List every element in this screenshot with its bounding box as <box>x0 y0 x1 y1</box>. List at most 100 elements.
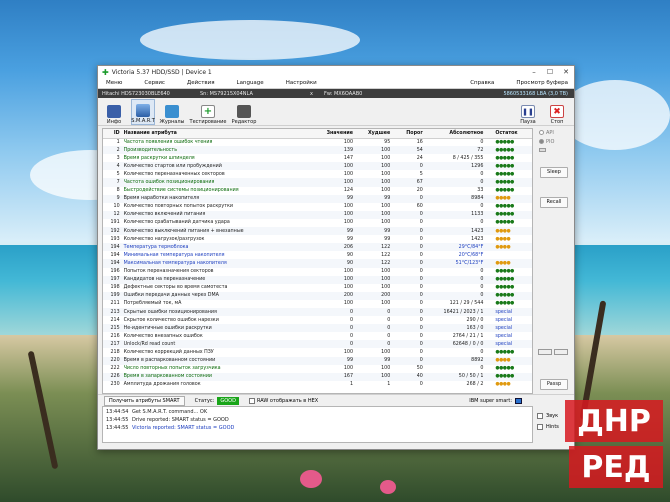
table-row[interactable]: 197 Кандидатов на переназначение 100 100 0 0 ●… <box>103 275 532 284</box>
table-row[interactable]: 218 Количество коррекций данных ПЗУ 100 100… <box>103 348 532 356</box>
close-button[interactable]: ✕ <box>558 68 574 76</box>
wallpaper-cloud <box>560 80 670 150</box>
pio-radio[interactable]: PIO <box>539 137 573 146</box>
pause-label: Пауза <box>520 119 536 125</box>
device-info-bar[interactable]: Hitachi HDS723030BLE640 Sn: MS79215X04NL… <box>98 89 574 98</box>
table-row[interactable]: 191 Количество срабатываний датчика удара… <box>103 219 532 227</box>
col-id-header[interactable]: ID <box>103 129 122 139</box>
table-row[interactable]: 226 Время в запаркованном состоянии 167 100… <box>103 372 532 381</box>
attr-worst: 100 <box>381 285 391 291</box>
small-button-right[interactable] <box>554 349 568 355</box>
table-row[interactable]: 222 Число повторных попыток загрузчика 100… <box>103 365 532 373</box>
table-row[interactable]: 2 Производительность 139 100 54 72 ●●●●● <box>103 146 532 155</box>
attr-name: Время в распаркованном состоянии <box>121 356 320 365</box>
attr-raw: 0 <box>480 204 484 210</box>
get-smart-attributes-button[interactable]: Получить атрибуты SMART <box>104 395 185 406</box>
remaining-indicator: ●●●●● <box>495 188 514 194</box>
sleep-button[interactable]: Sleep <box>540 167 568 178</box>
table-row[interactable]: 8 Быстродействие системы позиционирования… <box>103 187 532 195</box>
table-row[interactable]: 196 Попыток переназначения секторов 100 100… <box>103 268 532 276</box>
tab-info[interactable]: Инфо <box>102 99 126 125</box>
remaining-indicator: ●●●●● <box>495 204 514 210</box>
attr-value: 100 <box>343 204 353 210</box>
menu-actions[interactable]: Действия <box>187 80 215 86</box>
maximize-button[interactable]: ☐ <box>542 68 558 76</box>
table-row[interactable]: 230 Амплитуда дрожания головок 1 1 0 268 / 2 ●… <box>103 381 532 389</box>
attr-name: Количество включений питания <box>121 210 320 219</box>
menu-service[interactable]: Сервис <box>144 80 165 86</box>
table-row[interactable]: 9 Время наработки накопителя 99 99 0 8984 ●●●● <box>103 194 532 203</box>
table-row[interactable]: 194 Максимальная температура накопителя 90… <box>103 259 532 268</box>
col-threshold-header[interactable]: Порог <box>392 129 425 139</box>
table-row[interactable]: 1 Частота появления ошибок чтения 100 95 16 0… <box>103 138 532 146</box>
minimize-button[interactable]: – <box>526 68 542 76</box>
table-row[interactable]: 214 Скрытое количество ошибок нарезки 0 0 0 2… <box>103 316 532 324</box>
table-row[interactable]: 12 Количество включений питания 100 100 0 113… <box>103 210 532 219</box>
tab-journals-label: Журналы <box>159 119 185 125</box>
table-row[interactable]: 198 Дефектные секторы во время самотеста 1… <box>103 284 532 292</box>
hints-option[interactable]: Hints <box>537 421 559 432</box>
table-row[interactable]: 217 Unlock/Rd read count 0 0 0 62648 / 0 / 0s… <box>103 340 532 349</box>
menu-buffer-view[interactable]: Просмотр буфера <box>516 80 568 86</box>
title-bar: ✚ Victoria 5.37 HDD/SSD | Device 1 – ☐ ✕ <box>98 66 574 78</box>
sound-checkbox[interactable] <box>537 412 543 419</box>
table-row[interactable]: 215 Не-идентичные ошибки раскрутки 0 0 0 163 … <box>103 324 532 333</box>
passp-button[interactable]: Passp <box>540 379 568 390</box>
small-button-left[interactable] <box>538 349 552 355</box>
attr-remaining: ●●●●● <box>485 284 532 292</box>
menu-help[interactable]: Справка <box>470 80 494 86</box>
attr-worst: 100 <box>355 146 393 155</box>
ibm-super-smart-toggle[interactable] <box>515 397 522 404</box>
hints-checkbox[interactable] <box>537 423 543 430</box>
stop-button[interactable]: ✖ Стоп <box>545 99 569 125</box>
tab-journals[interactable]: Журналы <box>159 99 185 125</box>
attr-worst: 122 <box>355 259 393 268</box>
table-row[interactable]: 194 Минимальная температура накопителя 90 1… <box>103 251 532 259</box>
attr-threshold: 54 <box>392 146 425 155</box>
attr-remaining: ●●●●● <box>485 203 532 211</box>
pause-button[interactable]: ❚❚ Пауза <box>516 99 540 125</box>
table-row[interactable]: 3 Время раскрутки шпинделя 147 100 24 8 / 425… <box>103 154 532 162</box>
attr-value: 100 <box>319 178 355 187</box>
sound-option[interactable]: Звук <box>537 410 559 421</box>
menu-language[interactable]: Language <box>237 80 264 86</box>
table-row[interactable]: 4 Количество стартов или пробуждений 100 10… <box>103 162 532 171</box>
attr-raw: 50 / 50 / 1 <box>424 372 486 381</box>
col-worst-header[interactable]: Худшее <box>355 129 393 139</box>
log-panel[interactable]: 13:44:54 Get S.M.A.R.T. command... OK 13… <box>102 406 533 443</box>
tab-smart[interactable]: S.M.A.R.T <box>131 99 155 125</box>
attr-raw: 20°C/68°F <box>458 252 484 258</box>
raw-hex-checkbox[interactable] <box>248 397 255 404</box>
attr-raw: 29°C/84°F <box>424 243 486 252</box>
attr-name: Количество переназначенных секторов <box>123 171 225 177</box>
attr-raw: 163 / 0 <box>424 324 486 333</box>
table-row[interactable]: 5 Количество переназначенных секторов 100 1… <box>103 170 532 178</box>
col-value-header[interactable]: Значение <box>319 129 355 139</box>
ibm-super-smart[interactable]: IBM super smart: <box>469 397 522 404</box>
api-radio[interactable]: API <box>539 128 573 137</box>
table-row[interactable]: 199 Ошибки передачи данных через DMA 200 20… <box>103 291 532 300</box>
table-row[interactable]: 194 Температура термоблока 206 122 0 29°C/84°… <box>103 243 532 252</box>
col-remaining-header[interactable]: Остаток <box>485 129 532 139</box>
attr-raw: 1423 <box>424 227 486 236</box>
recall-button[interactable]: Recall <box>540 197 568 208</box>
col-raw-header[interactable]: Абсолютное <box>424 129 486 139</box>
attr-id: 9 <box>103 194 122 203</box>
menu-bar: Меню Сервис Действия Language Настройки … <box>98 78 574 89</box>
smart-attributes-table[interactable]: ID Название атрибута Значение Худшее Пор… <box>102 128 533 394</box>
tab-editor[interactable]: Редактор <box>232 99 256 125</box>
table-row[interactable]: 220 Время в распаркованном состоянии 99 99 0… <box>103 356 532 365</box>
table-row[interactable]: 192 Количество выключений питания + внеза… <box>103 227 532 236</box>
attr-name: Количество нагрузок/разгрузок <box>123 236 205 242</box>
table-row[interactable]: 216 Количество внезапных ошибок 0 0 0 2764 / … <box>103 332 532 340</box>
menu-main[interactable]: Меню <box>106 80 122 86</box>
table-row[interactable]: 10 Количество повторных попыток раскрутки… <box>103 203 532 211</box>
table-row[interactable]: 193 Количество нагрузок/разгрузок 99 99 0 142… <box>103 235 532 243</box>
table-row[interactable]: 213 Скрытые ошибки позиционирования 0 0 0 164… <box>103 307 532 317</box>
tab-testing[interactable]: + Тестирование <box>189 99 227 125</box>
menu-settings[interactable]: Настройки <box>286 80 317 86</box>
table-row[interactable]: 211 Потребляемый ток, мА 100 100 0 121 / 29 /… <box>103 300 532 308</box>
col-name-header[interactable]: Название атрибута <box>121 129 320 139</box>
table-row[interactable]: 7 Частота ошибок позиционирования 100 100 67… <box>103 178 532 187</box>
attr-threshold: 0 <box>392 162 425 171</box>
